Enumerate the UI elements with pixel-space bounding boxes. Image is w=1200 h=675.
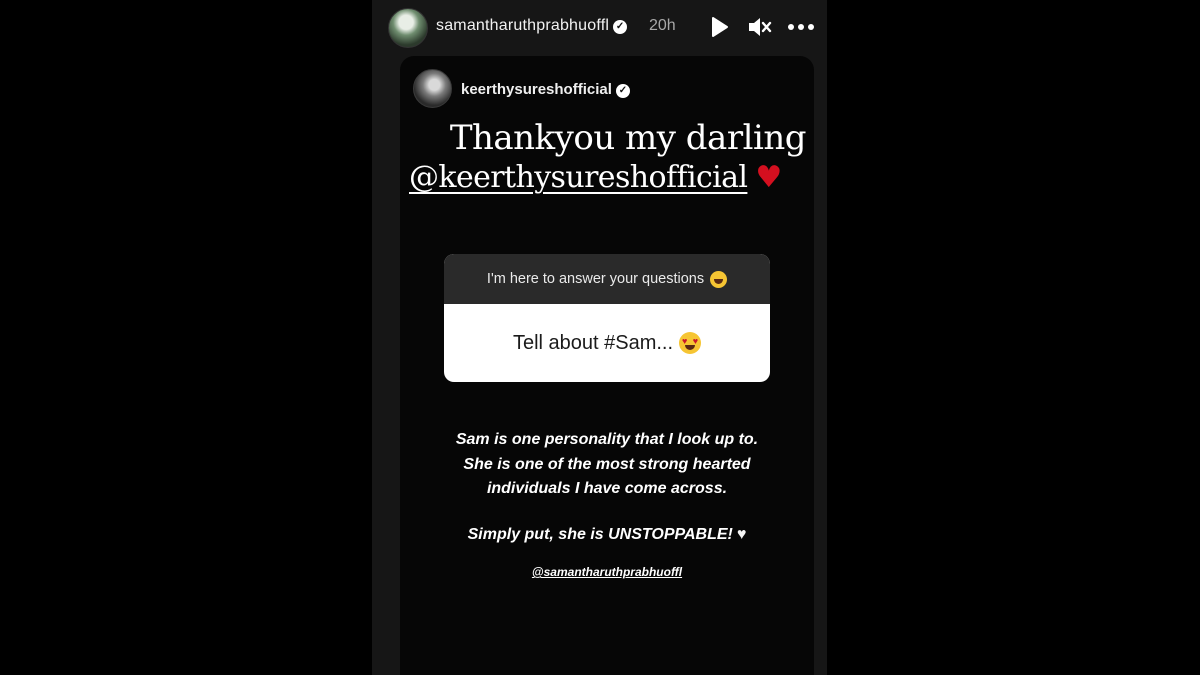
question-sticker-prompt: I'm here to answer your questions xyxy=(486,271,705,287)
question-text: Tell about #Sam... xyxy=(512,331,674,354)
mute-icon[interactable] xyxy=(744,12,774,42)
more-options-icon[interactable] xyxy=(786,12,816,42)
answer-line: individuals I have come across. xyxy=(486,480,728,497)
headline-mention-link[interactable]: @keerthysureshofficial xyxy=(409,160,748,195)
verified-badge-icon: ✓ xyxy=(615,84,630,98)
shared-username[interactable]: keerthysureshofficial ✓ xyxy=(461,81,630,98)
closing-text-line: Simply put, she is UNSTOPPABLE! ♥ xyxy=(400,526,814,544)
question-sticker[interactable]: I'm here to answer your questions Tell a… xyxy=(444,254,770,382)
answer-text: Sam is one personality that I look up to… xyxy=(400,428,814,502)
story-viewer: samantharuthprabhuoffl ✓ 20h keerthysures… xyxy=(372,0,827,675)
red-heart-icon: ♥ xyxy=(755,160,782,195)
story-username-text[interactable]: samantharuthprabhuoffl xyxy=(436,17,609,34)
play-icon[interactable] xyxy=(704,12,734,42)
white-heart-icon: ♥ xyxy=(736,526,747,543)
shared-story-card[interactable]: keerthysureshofficial ✓ Thankyou my darli… xyxy=(400,56,814,675)
answer-line: She is one of the most strong hearted xyxy=(463,455,751,473)
story-header: samantharuthprabhuoffl ✓ 20h xyxy=(372,0,827,54)
footer-mention-link[interactable]: @samantharuthprabhuoffl xyxy=(400,565,814,579)
headline-mention-line: @keerthysureshofficial ♥ xyxy=(409,160,782,195)
avatar[interactable] xyxy=(388,8,428,48)
question-sticker-header: I'm here to answer your questions xyxy=(444,254,770,304)
shared-avatar[interactable] xyxy=(413,69,452,108)
story-username[interactable]: samantharuthprabhuoffl ✓ xyxy=(436,17,628,35)
hugging-face-icon xyxy=(710,270,728,288)
shared-username-text[interactable]: keerthysureshofficial xyxy=(461,81,612,98)
heart-eyes-icon: ♥ ♥ xyxy=(679,332,702,354)
story-timestamp: 20h xyxy=(649,17,676,34)
question-sticker-answer: Tell about #Sam... ♥ ♥ xyxy=(444,304,770,382)
verified-badge-icon: ✓ xyxy=(613,20,628,34)
closing-text: Simply put, she is UNSTOPPABLE! xyxy=(467,526,733,543)
answer-line: Sam is one personality that I look up to… xyxy=(455,431,759,448)
headline-text: Thankyou my darling xyxy=(449,118,807,158)
